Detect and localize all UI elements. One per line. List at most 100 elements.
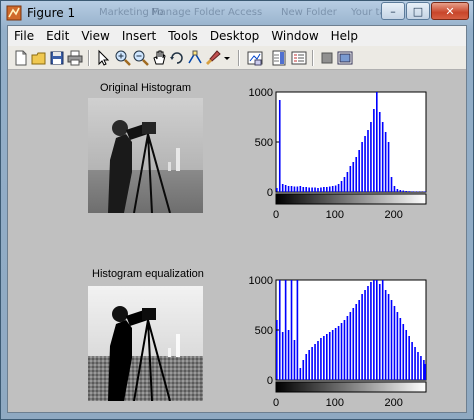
histogram-bar bbox=[424, 364, 426, 380]
histogram-bar bbox=[387, 294, 390, 380]
histogram-bar bbox=[411, 342, 413, 380]
x-tick-label: 0 bbox=[273, 209, 279, 221]
y-tick-label: 500 bbox=[255, 325, 273, 337]
y-axis-ticks: 0 500 1000 bbox=[249, 87, 279, 199]
figure-window: Figure 1 Marketing Fo Manage Folder Acce… bbox=[0, 0, 474, 420]
figure-toolbar bbox=[8, 46, 466, 70]
histogram-bar bbox=[328, 332, 331, 380]
histogram-bar bbox=[370, 122, 372, 192]
y-tick-label: 1000 bbox=[249, 87, 273, 99]
minimize-button[interactable]: – bbox=[381, 2, 405, 20]
histogram-bar bbox=[346, 172, 349, 192]
histogram-bar bbox=[308, 187, 310, 192]
title-bar[interactable]: Figure 1 Marketing Fo Manage Folder Acce… bbox=[1, 1, 473, 25]
histogram-bar bbox=[364, 290, 366, 380]
histogram-bar bbox=[299, 186, 302, 192]
toolbar-separator bbox=[312, 50, 314, 66]
y-tick-label: 0 bbox=[267, 375, 273, 387]
histogram-bar bbox=[331, 330, 334, 380]
x-axis-ticks: 0 100 200 bbox=[273, 209, 403, 221]
histogram-bar bbox=[381, 122, 384, 192]
histogram-bar bbox=[399, 190, 402, 192]
histogram-bar bbox=[352, 308, 355, 380]
menu-edit[interactable]: Edit bbox=[40, 26, 75, 46]
histogram-bar bbox=[349, 166, 352, 192]
histogram-bar bbox=[323, 187, 325, 192]
histogram-bar bbox=[305, 354, 308, 380]
histogram-bar bbox=[305, 187, 308, 192]
equalized-image bbox=[88, 286, 203, 401]
y-tick-label: 500 bbox=[255, 137, 273, 149]
menu-window[interactable]: Window bbox=[265, 26, 324, 46]
close-button[interactable]: ✕ bbox=[431, 2, 469, 20]
x-tick-label: 100 bbox=[326, 209, 344, 221]
histogram-bar bbox=[308, 350, 310, 380]
rotate-3d-icon[interactable] bbox=[168, 49, 186, 67]
menu-insert[interactable]: Insert bbox=[116, 26, 162, 46]
show-plot-tools-icon[interactable] bbox=[336, 49, 354, 67]
histogram-bar bbox=[323, 336, 325, 380]
histogram-bar bbox=[352, 162, 355, 192]
histogram-bar bbox=[281, 332, 284, 380]
histogram-bar bbox=[402, 324, 405, 380]
y-axis-ticks: 0 500 1000 bbox=[249, 275, 279, 387]
menu-desktop[interactable]: Desktop bbox=[204, 26, 266, 46]
zoom-in-icon[interactable] bbox=[114, 49, 132, 67]
histogram-bar bbox=[390, 177, 393, 192]
colorbar-icon[interactable] bbox=[270, 49, 288, 67]
histogram-bar bbox=[384, 290, 387, 380]
data-cursor-icon[interactable] bbox=[186, 49, 204, 67]
menu-view[interactable]: View bbox=[75, 26, 115, 46]
figure-canvas: Original Histogram 0 500 1000 0 100 200 … bbox=[8, 70, 466, 412]
histogram-bar bbox=[317, 341, 319, 380]
histogram-bar bbox=[296, 186, 299, 192]
histogram-bar bbox=[320, 338, 322, 380]
histogram-bar bbox=[376, 92, 378, 192]
histogram-bar bbox=[355, 304, 358, 380]
histogram-bar bbox=[326, 187, 328, 192]
menu-file[interactable]: File bbox=[8, 26, 40, 46]
maximize-button[interactable]: □ bbox=[406, 2, 430, 20]
original-image bbox=[88, 98, 203, 213]
link-plot-icon[interactable] bbox=[246, 49, 264, 67]
histogram-bar bbox=[340, 323, 343, 380]
legend-icon[interactable] bbox=[290, 49, 308, 67]
histogram-bar bbox=[361, 294, 363, 380]
dropdown-arrow-icon[interactable] bbox=[222, 49, 232, 67]
print-icon[interactable] bbox=[66, 49, 84, 67]
histogram-bar bbox=[343, 177, 346, 192]
background-taskbar-item: New Folder bbox=[281, 7, 337, 18]
pointer-icon[interactable] bbox=[94, 49, 112, 67]
histogram-bar bbox=[414, 347, 416, 380]
menu-tools[interactable]: Tools bbox=[162, 26, 204, 46]
open-file-icon[interactable] bbox=[30, 49, 48, 67]
histogram-bar bbox=[381, 280, 384, 380]
new-figure-icon[interactable] bbox=[12, 49, 30, 67]
histogram-bar bbox=[302, 360, 305, 380]
subplot-title-original: Original Histogram bbox=[100, 82, 192, 94]
zoom-out-icon[interactable] bbox=[132, 49, 150, 67]
histogram-bar bbox=[331, 186, 334, 192]
histogram-bar bbox=[402, 190, 405, 192]
histogram-bar bbox=[346, 316, 349, 380]
histogram-bar bbox=[361, 142, 363, 192]
hide-plot-tools-icon[interactable] bbox=[318, 49, 336, 67]
histogram-equalized-axes[interactable]: 0 500 1000 0 100 200 bbox=[246, 275, 432, 411]
histogram-bar bbox=[408, 191, 410, 192]
save-icon[interactable] bbox=[48, 49, 66, 67]
histogram-bar bbox=[299, 368, 302, 380]
histogram-bar bbox=[387, 142, 390, 192]
menu-help[interactable]: Help bbox=[325, 26, 364, 46]
histogram-original-axes[interactable]: 0 500 1000 0 100 200 bbox=[246, 87, 432, 223]
histogram-bar bbox=[311, 347, 313, 380]
histogram-bar bbox=[317, 188, 319, 192]
grayscale-colorbar bbox=[275, 381, 427, 393]
matlab-figure-icon bbox=[6, 5, 22, 21]
histogram-bar bbox=[417, 191, 419, 192]
histogram-bar bbox=[376, 280, 378, 380]
brush-icon[interactable] bbox=[204, 49, 222, 67]
histogram-bar bbox=[367, 130, 369, 192]
histogram-bar bbox=[355, 157, 358, 192]
histogram-bar bbox=[358, 150, 360, 192]
pan-icon[interactable] bbox=[150, 49, 168, 67]
